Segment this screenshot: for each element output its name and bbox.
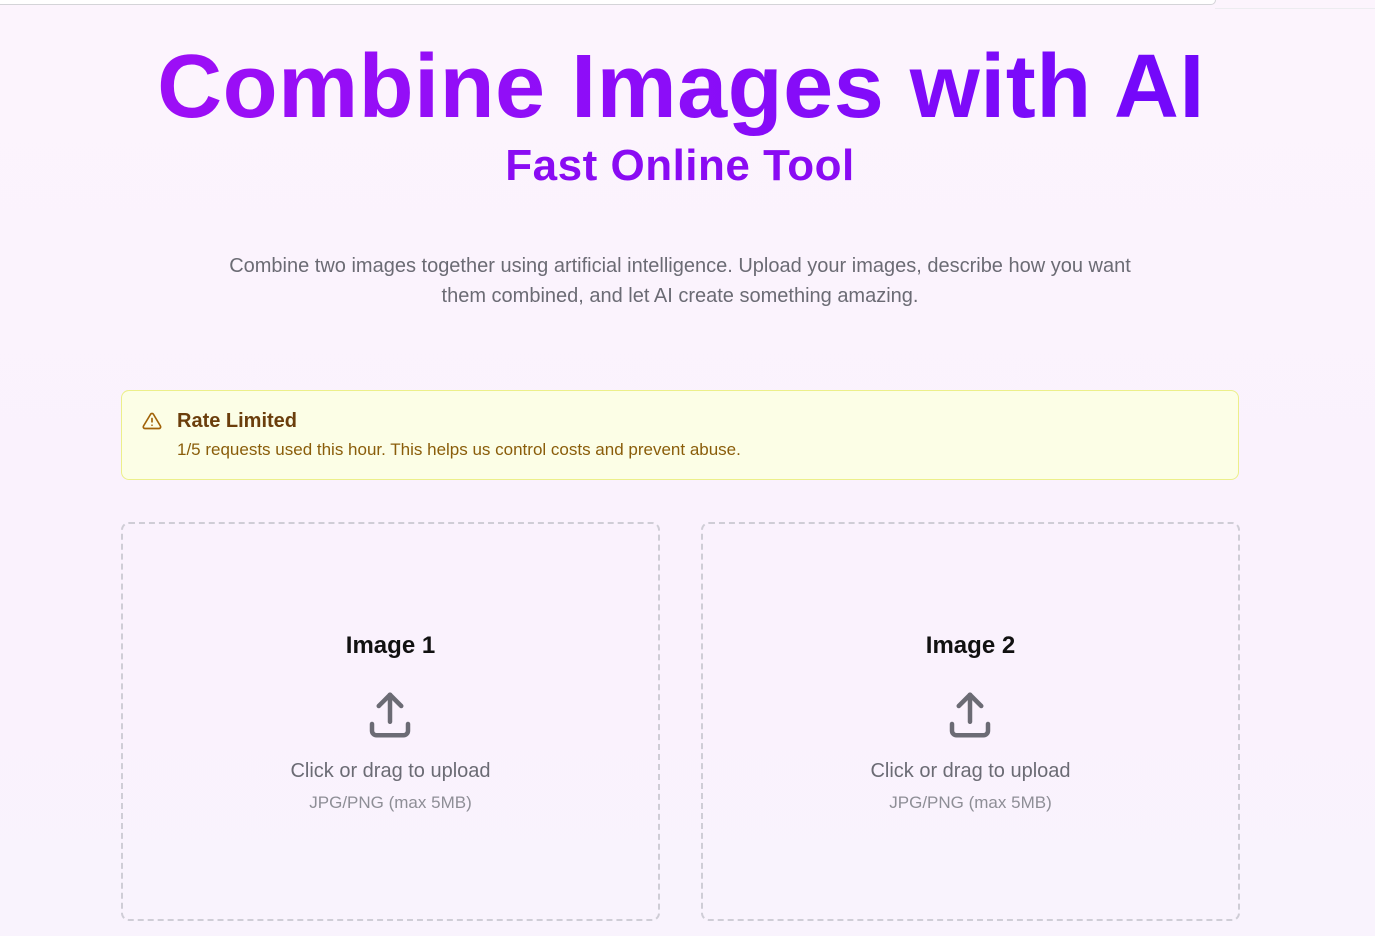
page-subtitle: Fast Online Tool: [505, 141, 855, 190]
alert-title: Rate Limited: [177, 410, 298, 432]
upload-prompt: Click or drag to upload: [870, 760, 1071, 782]
upload-format-hint: JPG/PNG (max 5MB): [889, 793, 1052, 812]
image-1-upload-dropzone[interactable]: Image 1 Click or drag to upload JPG/PNG …: [121, 522, 660, 921]
warning-triangle-icon: [142, 411, 162, 431]
upload-prompt: Click or drag to upload: [290, 760, 491, 782]
image-2-upload-dropzone[interactable]: Image 2 Click or drag to upload JPG/PNG …: [701, 522, 1240, 921]
browser-top-edge: [0, 0, 1216, 5]
upload-icon: [363, 688, 417, 742]
page-description: Combine two images together using artifi…: [229, 255, 1131, 307]
upload-format-hint: JPG/PNG (max 5MB): [309, 793, 472, 812]
browser-top-divider: [1215, 8, 1375, 9]
rate-limit-alert: Rate Limited 1/5 requests used this hour…: [121, 390, 1239, 480]
upload-label: Image 2: [925, 632, 1016, 659]
upload-icon: [943, 688, 997, 742]
upload-label: Image 1: [345, 632, 436, 659]
page-title: Combine Images with AI: [0, 34, 1362, 140]
alert-message: 1/5 requests used this hour. This helps …: [177, 440, 741, 459]
